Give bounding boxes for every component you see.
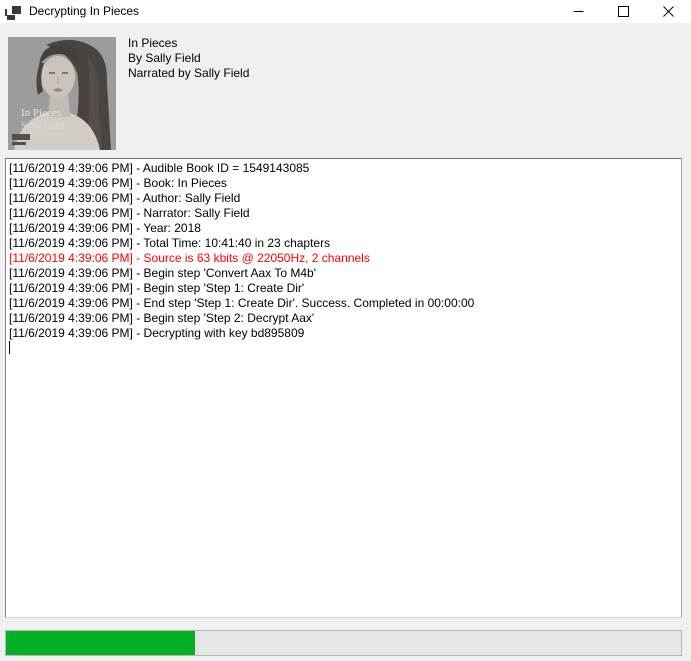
book-author: By Sally Field [128, 51, 249, 66]
maximize-icon [618, 6, 629, 17]
book-info: In Pieces By Sally Field Narrated by Sal… [128, 36, 249, 81]
log-textbox[interactable]: [11/6/2019 4:39:06 PM] - Audible Book ID… [5, 158, 682, 618]
log-line: [11/6/2019 4:39:06 PM] - Begin step 'Con… [9, 266, 677, 281]
book-cover-image: In Pieces Sally Field [8, 37, 116, 150]
log-line: [11/6/2019 4:39:06 PM] - Source is 63 kb… [9, 251, 677, 266]
log-line: [11/6/2019 4:39:06 PM] - Begin step 'Ste… [9, 311, 677, 326]
log-line: [11/6/2019 4:39:06 PM] - Audible Book ID… [9, 161, 677, 176]
cover-title-text: In Pieces [21, 107, 61, 119]
cover-author-text: Sally Field [21, 121, 65, 132]
minimize-button[interactable] [556, 0, 601, 23]
log-caret-line [9, 341, 677, 356]
book-narrator: Narrated by Sally Field [128, 66, 249, 81]
log-line: [11/6/2019 4:39:06 PM] - Year: 2018 [9, 221, 677, 236]
log-line: [11/6/2019 4:39:06 PM] - End step 'Step … [9, 296, 677, 311]
log-line: [11/6/2019 4:39:06 PM] - Decrypting with… [9, 326, 677, 341]
book-cover-art: In Pieces Sally Field [8, 37, 116, 150]
log-line: [11/6/2019 4:39:06 PM] - Begin step 'Ste… [9, 281, 677, 296]
progress-bar [5, 630, 682, 656]
close-icon [663, 6, 674, 17]
book-title: In Pieces [128, 36, 249, 51]
window-title: Decrypting In Pieces [29, 0, 139, 23]
progress-bar-fill [6, 631, 195, 655]
maximize-button[interactable] [601, 0, 646, 23]
text-caret [9, 341, 10, 354]
window-controls [556, 0, 691, 23]
log-line: [11/6/2019 4:39:06 PM] - Book: In Pieces [9, 176, 677, 191]
title-bar[interactable]: Decrypting In Pieces [0, 0, 691, 23]
minimize-icon [573, 6, 584, 17]
log-line: [11/6/2019 4:39:06 PM] - Narrator: Sally… [9, 206, 677, 221]
app-window-icon [5, 4, 21, 20]
close-button[interactable] [646, 0, 691, 23]
log-line: [11/6/2019 4:39:06 PM] - Author: Sally F… [9, 191, 677, 206]
log-line: [11/6/2019 4:39:06 PM] - Total Time: 10:… [9, 236, 677, 251]
